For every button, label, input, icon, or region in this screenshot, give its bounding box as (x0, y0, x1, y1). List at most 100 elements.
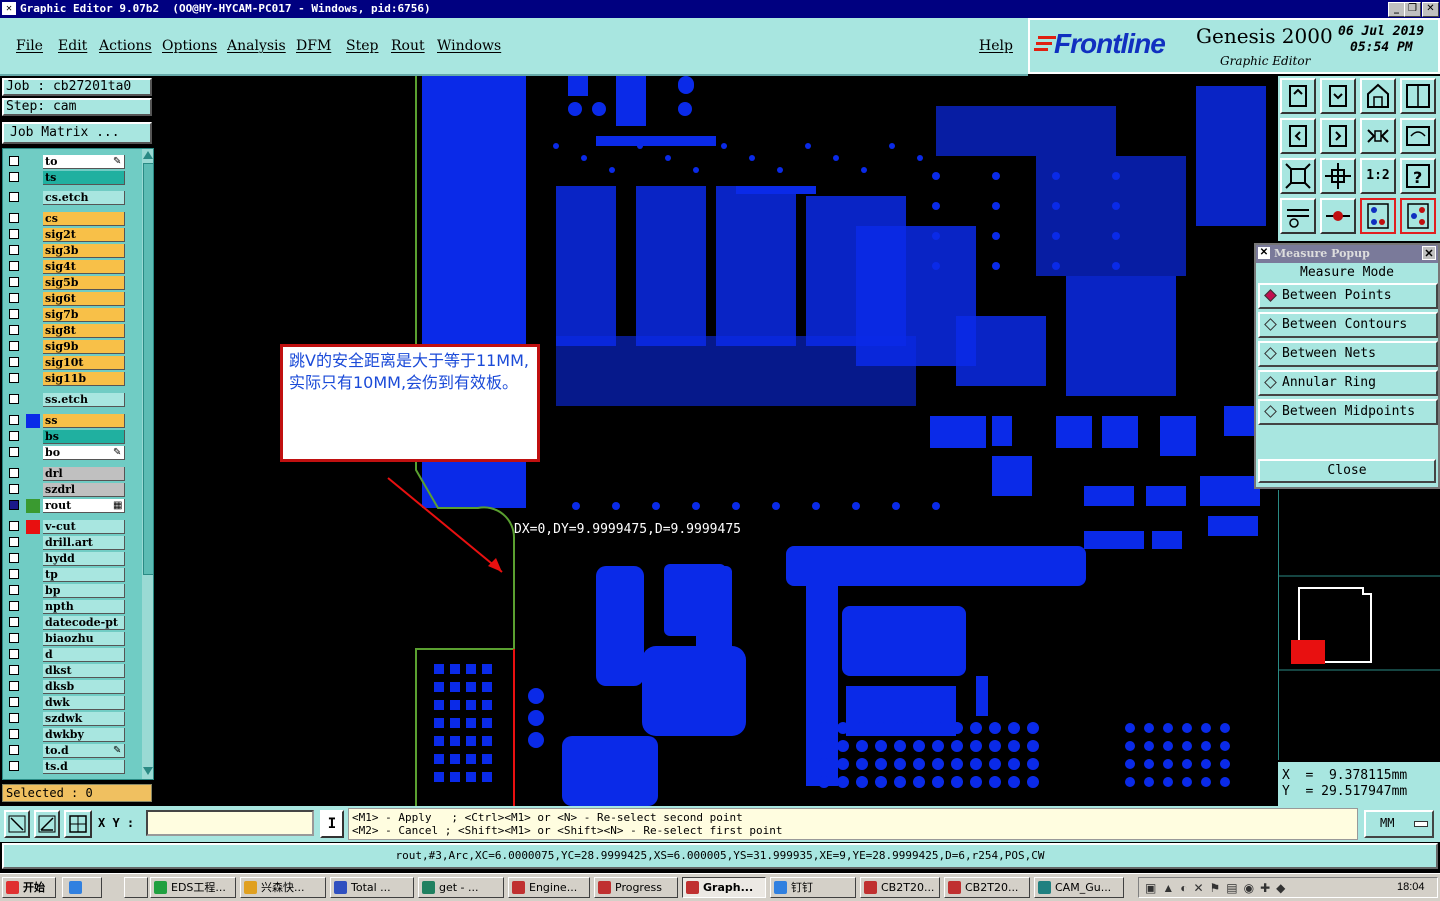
layer-checkbox[interactable] (9, 309, 19, 319)
measure-tool-icon[interactable] (1280, 198, 1316, 234)
layer-name[interactable]: szdwk (43, 712, 125, 726)
measure-popup-titlebar[interactable]: ✕ Measure Popup ✕ (1256, 245, 1438, 263)
layer-color-swatch[interactable] (26, 600, 40, 614)
layer-name[interactable]: sig6t (43, 292, 125, 306)
layer-row[interactable]: biaozhu (7, 632, 127, 646)
option-annular-ring[interactable]: Annular Ring (1258, 370, 1438, 396)
layer-row[interactable]: bo ✎ (7, 446, 127, 460)
pan-right-icon[interactable] (1320, 118, 1356, 154)
taskbar-item[interactable]: Graph... (682, 877, 766, 898)
layer-checkbox[interactable] (9, 415, 19, 425)
layer-row[interactable]: sig5b (7, 276, 127, 290)
layer-color-swatch[interactable] (26, 155, 40, 169)
layer-row[interactable]: to.d ✎ (7, 744, 127, 758)
layer-color-swatch[interactable] (26, 212, 40, 226)
layer-name[interactable]: szdrl (43, 483, 125, 497)
layer-row[interactable]: szdwk (7, 712, 127, 726)
layer-color-swatch[interactable] (26, 648, 40, 662)
layer-row[interactable]: d (7, 648, 127, 662)
restore-button[interactable]: ❐ (1404, 2, 1421, 17)
layer-row[interactable]: datecode-pt (7, 616, 127, 630)
layer-scrollbar[interactable] (142, 149, 153, 779)
layer-color-swatch[interactable] (26, 260, 40, 274)
layer-row[interactable]: dwk (7, 696, 127, 710)
layer-row[interactable]: sig11b (7, 372, 127, 386)
layer-checkbox[interactable] (9, 697, 19, 707)
layer-checkbox[interactable] (9, 729, 19, 739)
layer-row[interactable]: sig4t (7, 260, 127, 274)
layer-color-swatch[interactable] (26, 728, 40, 742)
layer-row[interactable]: bp (7, 584, 127, 598)
layer-row[interactable]: sig6t (7, 292, 127, 306)
layer-color-swatch[interactable] (26, 356, 40, 370)
taskbar-item[interactable]: CAM_Gu... (1034, 877, 1124, 898)
layer-color-swatch[interactable] (26, 680, 40, 694)
layer-name[interactable]: sig7b (43, 308, 125, 322)
layer-checkbox[interactable] (9, 213, 19, 223)
layer-row[interactable]: sig3b (7, 244, 127, 258)
option-between-midpoints[interactable]: Between Midpoints (1258, 399, 1438, 425)
layer-checkbox[interactable] (9, 468, 19, 478)
xy-input[interactable] (146, 810, 314, 836)
layer-name[interactable]: tp (43, 568, 125, 582)
menu-step[interactable]: Step (346, 38, 378, 54)
net-compare-icon[interactable] (1400, 198, 1436, 234)
layer-row[interactable]: hydd (7, 552, 127, 566)
layer-checkbox[interactable] (9, 447, 19, 457)
layer-checkbox[interactable] (9, 373, 19, 383)
layer-color-swatch[interactable] (26, 414, 40, 428)
measure-close-button[interactable]: Close (1258, 459, 1436, 483)
layer-row[interactable]: ss.etch (7, 393, 127, 407)
option-between-contours[interactable]: Between Contours (1258, 312, 1438, 338)
layer-row[interactable]: ts.d (7, 760, 127, 774)
layer-checkbox[interactable] (9, 277, 19, 287)
menu-rout[interactable]: Rout (391, 38, 425, 54)
job-matrix-button[interactable]: Job Matrix ... (2, 122, 152, 144)
layer-color-swatch[interactable] (26, 760, 40, 774)
layer-name[interactable]: sig5b (43, 276, 125, 290)
layer-color-swatch[interactable] (26, 393, 40, 407)
layer-name[interactable]: v-cut (43, 520, 125, 534)
layer-name[interactable]: ts.d (43, 760, 125, 774)
layer-checkbox[interactable] (9, 713, 19, 723)
layer-checkbox[interactable] (9, 665, 19, 675)
taskbar-item[interactable]: 兴森快... (240, 877, 326, 898)
layer-name[interactable]: cs.etch (43, 191, 125, 205)
layer-row[interactable]: v-cut (7, 520, 127, 534)
layer-row[interactable]: sig8t (7, 324, 127, 338)
layer-checkbox[interactable] (9, 601, 19, 611)
taskbar-item[interactable]: get - ... (418, 877, 504, 898)
close-window-button[interactable]: ✕ (1422, 2, 1439, 17)
layer-color-swatch[interactable] (26, 616, 40, 630)
scroll-up-arrow-icon[interactable] (143, 151, 153, 159)
layer-color-swatch[interactable] (26, 228, 40, 242)
layer-name[interactable]: bp (43, 584, 125, 598)
layer-color-swatch[interactable] (26, 308, 40, 322)
layer-row[interactable]: szdrl (7, 483, 127, 497)
layer-checkbox[interactable] (9, 156, 19, 166)
layer-color-swatch[interactable] (26, 520, 40, 534)
layer-checkbox[interactable] (9, 357, 19, 367)
layer-color-swatch[interactable] (26, 446, 40, 460)
layer-name[interactable]: ss (43, 414, 125, 428)
measure-angle-icon[interactable] (34, 810, 60, 838)
layer-color-swatch[interactable] (26, 467, 40, 481)
menu-windows[interactable]: Windows (437, 38, 501, 54)
pan-left-icon[interactable] (1280, 118, 1316, 154)
layer-row[interactable]: sig10t (7, 356, 127, 370)
scroll-down-arrow-icon[interactable] (143, 767, 153, 775)
redraw-icon[interactable] (1400, 118, 1436, 154)
layer-row[interactable]: sig7b (7, 308, 127, 322)
help-question-icon[interactable]: ? (1400, 158, 1436, 194)
zoom-out-icon[interactable] (1320, 158, 1356, 194)
layer-row[interactable]: bs (7, 430, 127, 444)
layer-color-swatch[interactable] (26, 276, 40, 290)
layer-checkbox[interactable] (9, 431, 19, 441)
layer-color-swatch[interactable] (26, 292, 40, 306)
quicklaunch-icons[interactable] (62, 877, 102, 898)
layer-color-swatch[interactable] (26, 536, 40, 550)
layer-checkbox[interactable] (9, 261, 19, 271)
menu-analysis[interactable]: Analysis (227, 38, 286, 54)
layer-color-swatch[interactable] (26, 171, 40, 185)
layer-row[interactable]: drl (7, 467, 127, 481)
